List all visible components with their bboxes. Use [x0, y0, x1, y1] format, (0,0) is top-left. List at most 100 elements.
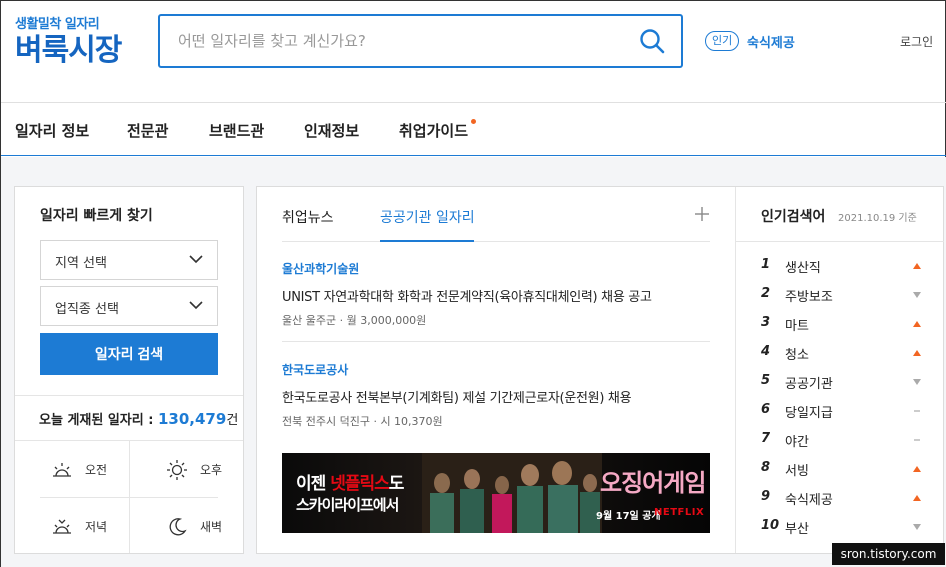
- trend-up-icon: [913, 466, 921, 472]
- news-item[interactable]: 한국도로공사 한국도로공사 전북본부(기계화팀) 제설 기간제근로자(운전원) …: [282, 361, 710, 429]
- popular-search-date: 2021.10.19 기준: [838, 213, 917, 224]
- banner-headline-brand: 넷플릭스: [330, 474, 390, 494]
- banner-title: 오징어게임: [600, 469, 706, 497]
- search-icon[interactable]: [639, 28, 665, 54]
- rank-number: 1: [761, 257, 771, 272]
- today-job-count: 오늘 게재된 일자리 : 130,479건: [39, 409, 238, 428]
- time-morning[interactable]: 오전: [15, 441, 129, 497]
- rank-number: 9: [761, 489, 771, 504]
- banner-image: [422, 453, 602, 533]
- time-dawn[interactable]: 새벽: [130, 498, 244, 554]
- rank-keyword[interactable]: 야간: [785, 431, 809, 450]
- login-link[interactable]: 로그인: [900, 33, 933, 50]
- rank-keyword[interactable]: 주방보조: [785, 286, 833, 305]
- rank-number: 6: [761, 402, 771, 417]
- watermark: sron.tistory.com: [832, 543, 945, 565]
- job-category-select[interactable]: 업직종 선택: [40, 286, 218, 326]
- today-count-unit: 건: [226, 413, 239, 428]
- netflix-logo: NETFLIX: [654, 507, 705, 518]
- tab-divider: [282, 241, 710, 242]
- banner-subline: 스카이라이프에서: [296, 496, 399, 514]
- sun-icon: [167, 460, 187, 480]
- rank-keyword[interactable]: 숙식제공: [785, 489, 833, 508]
- plus-icon[interactable]: [695, 207, 709, 221]
- banner-date: 9월 17일 공개: [596, 511, 661, 522]
- news-org: 한국도로공사: [282, 363, 349, 377]
- time-afternoon-label: 오후: [200, 463, 223, 477]
- time-evening[interactable]: 저녁: [15, 498, 129, 554]
- time-evening-label: 저녁: [85, 520, 108, 534]
- banner-headline-pre: 이젠: [296, 474, 331, 494]
- popular-keyword-link[interactable]: 숙식제공: [747, 32, 795, 51]
- trend-up-icon: [913, 495, 921, 501]
- rank-number: 10: [761, 518, 780, 533]
- nav-item-guide[interactable]: 취업가이드: [399, 120, 468, 141]
- logo-title: 벼룩시장: [15, 33, 122, 68]
- popular-search-item[interactable]: 6 당일지급: [761, 402, 921, 422]
- nav-item-specialty[interactable]: 전문관: [127, 120, 168, 141]
- time-morning-label: 오전: [85, 463, 108, 477]
- tab-public-jobs[interactable]: 공공기관 일자리: [380, 207, 475, 227]
- popular-search-item[interactable]: 4 청소: [761, 344, 921, 364]
- quick-search-panel: 일자리 빠르게 찾기 지역 선택 업직종 선택 일자리 검색 오늘 게재된 일자…: [14, 186, 244, 554]
- ad-banner[interactable]: 이젠 넷플릭스도 스카이라이프에서 오징어게임 9월 17일 공개 NETFLI…: [282, 453, 710, 533]
- rank-number: 7: [761, 431, 771, 446]
- popular-search-item[interactable]: 9 숙식제공: [761, 489, 921, 509]
- quick-search-title: 일자리 빠르게 찾기: [40, 208, 153, 224]
- rank-number: 4: [761, 344, 771, 359]
- news-title[interactable]: UNIST 자연과학대학 화학과 전문계약직(육아휴직대체인력) 채용 공고: [282, 286, 710, 305]
- time-dawn-label: 새벽: [200, 520, 223, 534]
- popular-search-item[interactable]: 7 야간: [761, 431, 921, 451]
- news-meta: 전북 전주시 덕진구 · 시 10,370원: [282, 415, 443, 428]
- nav-item-brand[interactable]: 브랜드관: [209, 120, 264, 141]
- search-input[interactable]: [178, 27, 618, 55]
- chevron-down-icon: [189, 255, 203, 264]
- chevron-down-icon: [189, 301, 203, 310]
- news-org: 울산과학기술원: [282, 262, 360, 276]
- today-count-number: 130,479: [157, 410, 227, 428]
- main-nav: 일자리 정보 전문관 브랜드관 인재정보 취업가이드: [1, 102, 946, 156]
- rank-keyword[interactable]: 부산: [785, 518, 809, 537]
- banner-headline: 이젠 넷플릭스도: [296, 469, 405, 494]
- news-title[interactable]: 한국도로공사 전북본부(기계화팀) 제설 기간제근로자(운전원) 채용: [282, 387, 710, 406]
- sunset-icon: [53, 519, 71, 534]
- job-category-select-label: 업직종 선택: [55, 302, 119, 317]
- trend-down-icon: [913, 379, 921, 385]
- popular-search-item[interactable]: 1 생산직: [761, 257, 921, 277]
- popular-search-item[interactable]: 8 서빙: [761, 460, 921, 480]
- popular-search-item[interactable]: 5 공공기관: [761, 373, 921, 393]
- popular-search-title: 인기검색어: [761, 209, 826, 225]
- active-tab-indicator: [380, 240, 474, 242]
- news-meta: 울산 울주군 · 월 3,000,000원: [282, 314, 427, 327]
- rank-keyword[interactable]: 당일지급: [785, 402, 833, 421]
- rank-number: 2: [761, 286, 771, 301]
- rank-keyword[interactable]: 생산직: [785, 257, 821, 276]
- popular-search-item[interactable]: 10 부산: [761, 518, 921, 538]
- rank-keyword[interactable]: 청소: [785, 344, 809, 363]
- content-area: 일자리 빠르게 찾기 지역 선택 업직종 선택 일자리 검색 오늘 게재된 일자…: [1, 157, 946, 567]
- tab-job-news[interactable]: 취업뉴스: [282, 207, 334, 227]
- trend-up-icon: [913, 263, 921, 269]
- rank-keyword[interactable]: 공공기관: [785, 373, 833, 392]
- trend-same-icon: [914, 410, 920, 412]
- news-item[interactable]: 울산과학기술원 UNIST 자연과학대학 화학과 전문계약직(육아휴직대체인력)…: [282, 260, 710, 328]
- region-select[interactable]: 지역 선택: [40, 240, 218, 280]
- rank-keyword[interactable]: 서빙: [785, 460, 809, 479]
- divider: [282, 341, 710, 342]
- trend-down-icon: [913, 292, 921, 298]
- trend-up-icon: [913, 321, 921, 327]
- nav-item-jobs[interactable]: 일자리 정보: [15, 120, 89, 141]
- time-afternoon[interactable]: 오후: [130, 441, 244, 497]
- trend-down-icon: [913, 524, 921, 530]
- banner-headline-post: 도: [388, 474, 405, 494]
- popular-search-item[interactable]: 2 주방보조: [761, 286, 921, 306]
- rank-keyword[interactable]: 마트: [785, 315, 809, 334]
- rank-number: 5: [761, 373, 771, 388]
- site-logo[interactable]: 생활밀착 일자리 벼룩시장: [15, 13, 122, 68]
- nav-item-talent[interactable]: 인재정보: [304, 120, 359, 141]
- rank-number: 3: [761, 315, 771, 330]
- job-search-button[interactable]: 일자리 검색: [40, 333, 218, 375]
- region-select-label: 지역 선택: [55, 256, 107, 271]
- today-count-label: 오늘 게재된 일자리 :: [39, 413, 158, 428]
- popular-search-item[interactable]: 3 마트: [761, 315, 921, 335]
